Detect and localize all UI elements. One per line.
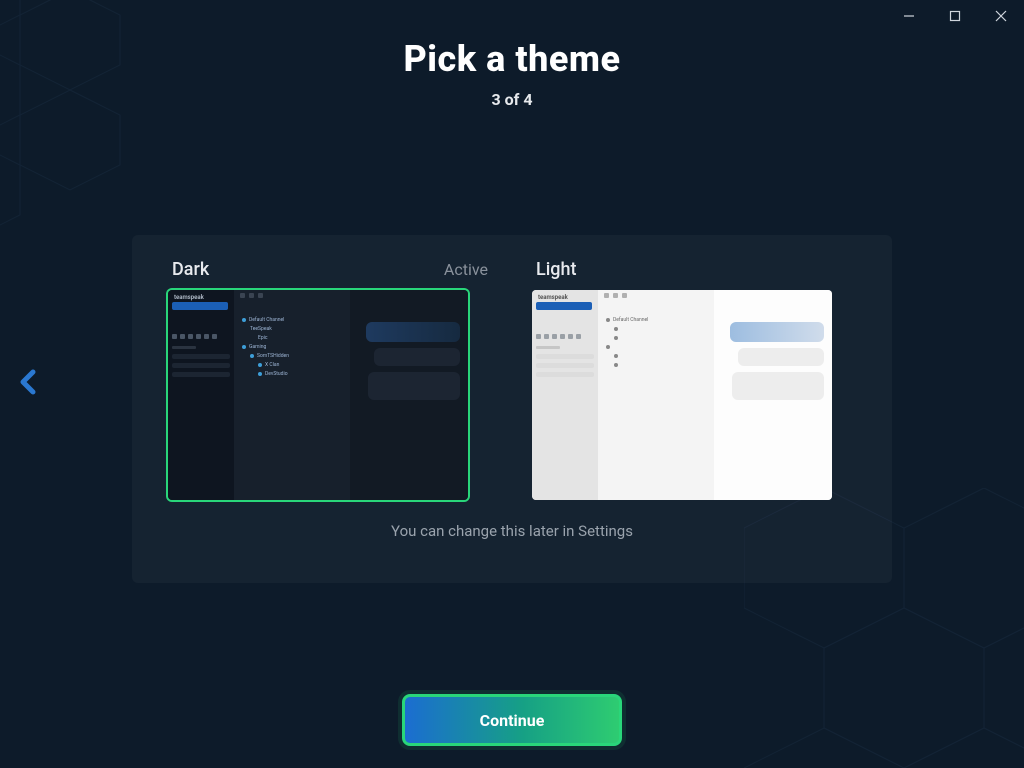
footer-hint: You can change this later in Settings <box>168 522 856 540</box>
page-title: Pick a theme <box>0 38 1024 80</box>
preview-channel-tree: Default Channel <box>606 316 708 370</box>
preview-content-block <box>730 322 824 342</box>
close-icon <box>995 10 1007 22</box>
preview-servers-label <box>536 346 560 349</box>
minimize-button[interactable] <box>886 0 932 32</box>
continue-label: Continue <box>480 711 545 730</box>
maximize-button[interactable] <box>932 0 978 32</box>
theme-option-dark: Dark Active teamspeak Default Channel Te… <box>168 259 492 500</box>
theme-option-light: Light teamspeak Default Channel <box>532 259 856 500</box>
preview-content-block <box>366 322 460 342</box>
continue-button[interactable]: Continue <box>402 694 622 746</box>
preview-tabs <box>604 293 627 298</box>
preview-servers-label <box>172 346 196 349</box>
preview-brand: teamspeak <box>538 294 568 301</box>
preview-brand: teamspeak <box>174 294 204 301</box>
theme-card: Dark Active teamspeak Default Channel Te… <box>132 235 892 583</box>
preview-server-rows <box>536 354 594 381</box>
minimize-icon <box>903 10 915 22</box>
preview-content-block <box>738 348 824 366</box>
preview-search-bar <box>172 302 228 310</box>
preview-server-rows <box>172 354 230 381</box>
preview-side-icons <box>536 334 581 339</box>
theme-preview-dark[interactable]: teamspeak Default Channel TeeSpeak Epic … <box>168 290 468 500</box>
chevron-left-icon <box>17 368 39 396</box>
close-button[interactable] <box>978 0 1024 32</box>
preview-content-block <box>732 372 824 400</box>
preview-tabs <box>240 293 263 298</box>
header: Pick a theme 3 of 4 <box>0 38 1024 109</box>
theme-name-light: Light <box>536 259 577 280</box>
step-indicator: 3 of 4 <box>0 90 1024 109</box>
preview-search-bar <box>536 302 592 310</box>
maximize-icon <box>949 10 961 22</box>
theme-preview-light[interactable]: teamspeak Default Channel <box>532 290 832 500</box>
preview-side-icons <box>172 334 217 339</box>
theme-name-dark: Dark <box>172 259 209 280</box>
back-button[interactable] <box>10 364 46 400</box>
preview-channel-tree: Default Channel TeeSpeak Epic Gaming Som… <box>242 316 344 379</box>
preview-content-block <box>368 372 460 400</box>
window-controls <box>886 0 1024 32</box>
theme-active-label: Active <box>444 260 488 279</box>
preview-content-block <box>374 348 460 366</box>
